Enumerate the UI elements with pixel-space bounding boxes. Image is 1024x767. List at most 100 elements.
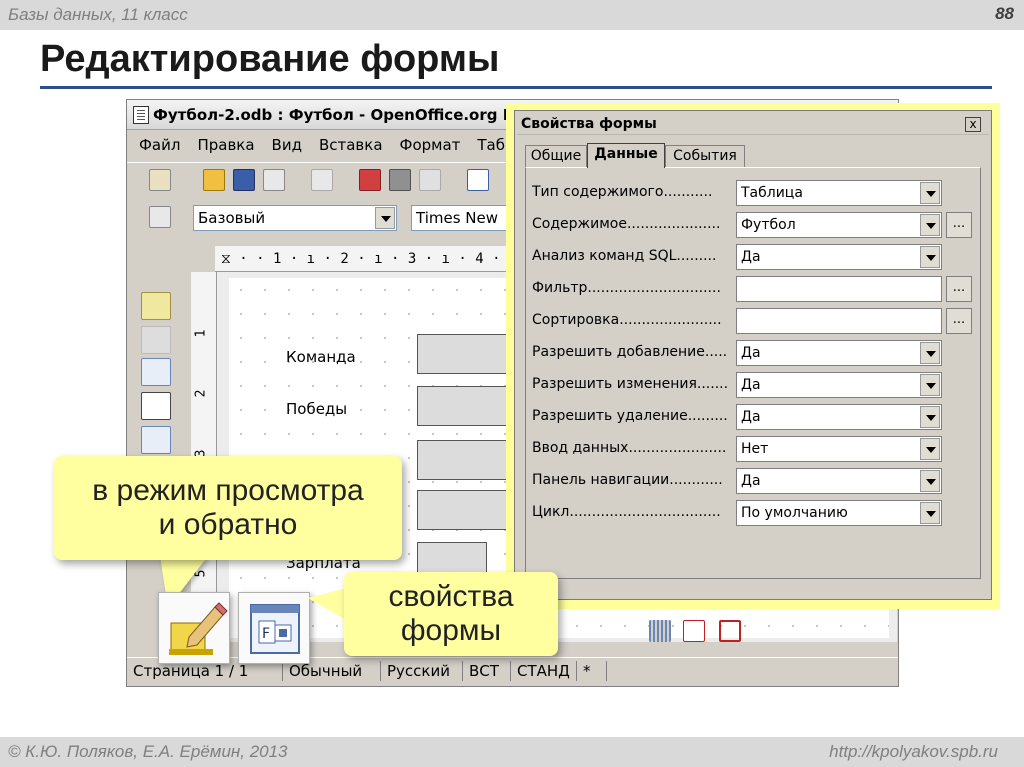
cycle-dropdown[interactable]: По умолчанию [736,500,942,526]
navigation-bar-dropdown[interactable]: Да [736,468,942,494]
copyright-text: © К.Ю. Поляков, Е.А. Ерёмин, 2013 [8,742,288,761]
prop-label: Цикл.................................. [532,504,721,520]
data-tab-panel: Тип содержимого........... Таблица Содер… [525,167,981,579]
select-arrow-icon[interactable] [797,620,819,642]
sort-input[interactable] [736,308,942,334]
callout-design-mode: в режим просмотра и обратно [54,456,402,560]
prop-value: Таблица [741,185,803,201]
allow-delete-dropdown[interactable]: Да [736,404,942,430]
prop-label: Разрешить удаление......... [532,408,728,424]
chevron-down-icon[interactable] [375,207,395,229]
save-icon[interactable] [233,169,255,191]
grid-icon[interactable] [649,620,671,642]
data-entry-dropdown[interactable]: Нет [736,436,942,462]
prop-value: Нет [741,441,769,457]
document-icon [133,106,149,124]
styles-icon[interactable] [149,206,171,228]
font-combo[interactable]: Times New [411,205,511,231]
new-document-icon[interactable] [149,169,171,191]
sort-ellipsis-button[interactable]: ... [946,308,972,334]
style-combo[interactable]: Базовый [193,205,397,231]
chevron-down-icon[interactable] [920,342,940,364]
prop-row-content: Содержимое..................... Футбол .… [532,212,972,238]
dialog-titlebar: Свойства формы x [517,113,989,135]
callout-form-properties: свойства формы [344,572,558,656]
content-type-dropdown[interactable]: Таблица [736,180,942,206]
chevron-down-icon[interactable] [920,438,940,460]
chevron-down-icon[interactable] [920,502,940,524]
prop-value: Да [741,249,761,265]
form-properties-big-icon[interactable]: F [238,592,310,664]
ruler-mark: 2 [193,389,209,398]
chevron-down-icon[interactable] [920,214,940,236]
content-dropdown[interactable]: Футбол [736,212,942,238]
prop-value: Да [741,345,761,361]
prop-label: Ввод данных...................... [532,440,727,456]
label-field-icon[interactable] [141,426,171,454]
menu-table[interactable]: Таб [477,136,505,154]
prop-row-content-type: Тип содержимого........... Таблица [532,180,972,206]
field-label-wins[interactable]: Победы [286,400,347,418]
menu-format[interactable]: Формат [400,136,461,154]
allow-add-dropdown[interactable]: Да [736,340,942,366]
chevron-down-icon[interactable] [920,246,940,268]
prop-row-cycle: Цикл.................................. П… [532,500,972,526]
prop-row-allow-edit: Разрешить изменения....... Да [532,372,972,398]
filter-ellipsis-button[interactable]: ... [946,276,972,302]
chevron-down-icon[interactable] [920,470,940,492]
callout-text: свойства формы [388,580,514,647]
slide-header-bar: Базы данных, 11 класс 88 [0,0,1024,30]
svg-text:F: F [262,626,270,642]
close-icon[interactable]: x [965,117,981,132]
site-link[interactable]: http://kpolyakov.spb.ru [829,742,998,762]
menu-edit[interactable]: Правка [197,136,254,154]
snap-to-grid-icon[interactable] [683,620,705,642]
spellcheck-icon[interactable] [467,169,489,191]
prop-label: Фильтр.............................. [532,280,721,296]
print-preview-icon[interactable] [419,169,441,191]
menu-file[interactable]: Файл [139,136,180,154]
field-salary[interactable] [417,542,487,574]
email-icon[interactable] [263,169,285,191]
prop-row-filter: Фильтр.............................. ... [532,276,972,302]
prop-row-sql-analysis: Анализ команд SQL......... Да [532,244,972,270]
allow-edit-dropdown[interactable]: Да [736,372,942,398]
sql-analysis-dropdown[interactable]: Да [736,244,942,270]
filter-input[interactable] [736,276,942,302]
content-ellipsis-button[interactable]: ... [946,212,972,238]
prop-label: Содержимое..................... [532,216,721,232]
form-properties-dialog: Свойства формы x Общие Данные События Ти… [514,110,992,600]
status-selection-mode: СТАНД [511,660,577,681]
prop-value: Да [741,377,761,393]
prop-value: Да [741,409,761,425]
edit-file-icon[interactable] [311,169,333,191]
chevron-down-icon[interactable] [920,182,940,204]
course-label: Базы данных, 11 класс [8,5,188,24]
field-label-team[interactable]: Команда [286,348,356,366]
prop-row-navigation-bar: Панель навигации............ Да [532,468,972,494]
dialog-title: Свойства формы [521,116,657,132]
callout-text: в режим просмотра и обратно [92,474,364,541]
print-icon[interactable] [389,169,411,191]
chevron-down-icon[interactable] [920,374,940,396]
design-mode-toggle-icon[interactable] [158,592,230,664]
checkbox-icon[interactable] [141,392,171,420]
select-arrow-icon[interactable] [141,258,171,286]
prop-row-allow-add: Разрешить добавление..... Да [532,340,972,366]
form-properties-icon[interactable] [141,358,171,386]
open-folder-icon[interactable] [203,169,225,191]
menu-view[interactable]: Вид [272,136,302,154]
tab-events[interactable]: События [665,145,745,167]
tab-general[interactable]: Общие [525,145,587,167]
export-pdf-icon[interactable] [359,169,381,191]
tab-data[interactable]: Данные [587,143,665,168]
helplines-icon[interactable] [719,620,741,642]
prop-label: Сортировка....................... [532,312,722,328]
menu-insert[interactable]: Вставка [319,136,383,154]
control-icon[interactable] [141,326,171,354]
status-modified: * [577,660,607,681]
style-combo-value: Базовый [198,209,266,227]
design-mode-icon[interactable] [141,292,171,320]
chevron-down-icon[interactable] [920,406,940,428]
slide-footer-bar: © К.Ю. Поляков, Е.А. Ерёмин, 2013 http:/… [0,737,1024,767]
